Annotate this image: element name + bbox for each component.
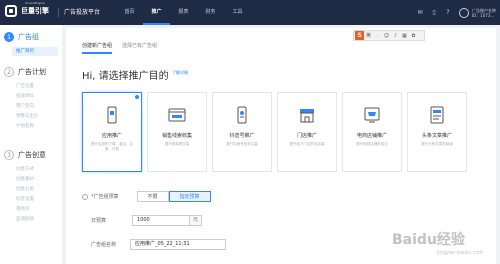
account-name: 广告账户名称 bbox=[472, 7, 496, 13]
card-toutiao-article[interactable]: 头条文章推广 提升头条文章的阅读 bbox=[407, 92, 467, 172]
sidebar-item[interactable]: 用户定向 bbox=[16, 103, 34, 109]
card-desc: 提升表单提交量 bbox=[164, 142, 190, 146]
step-ad-group[interactable]: 1 广告组 bbox=[4, 32, 39, 42]
card-name: 电商店铺推广 bbox=[356, 133, 387, 139]
budget-radio[interactable] bbox=[82, 193, 88, 200]
sidebar-steps: 1 广告组 推广目的 2 广告计划 广告位置 投放目标 用户定向 预算与出价 计… bbox=[0, 25, 62, 264]
sidebar-item[interactable]: 落地页 bbox=[16, 206, 30, 212]
sidebar-item-purpose[interactable]: 推广目的 bbox=[12, 47, 58, 56]
card-desc: 提升头条文章的阅读 bbox=[421, 142, 453, 146]
daily-budget-input[interactable]: 1000 bbox=[132, 215, 191, 226]
platform-title: 广告投放平台 bbox=[58, 8, 100, 17]
group-name-label: 广告组名称 bbox=[91, 241, 117, 248]
nav-promote[interactable]: 推广 bbox=[143, 0, 170, 25]
budget-type-label-text: 广告组预算 bbox=[93, 193, 119, 200]
chinese-mode-icon[interactable]: 英 bbox=[364, 32, 373, 39]
top-bar: 巨量引擎 OceanEngine 广告投放平台 首页 推广 报表 财务 工具 ✉… bbox=[0, 0, 500, 25]
step-label: 广告创意 bbox=[18, 151, 46, 159]
step-label: 广告计划 bbox=[18, 68, 46, 76]
top-nav: 首页 推广 报表 财务 工具 bbox=[116, 0, 251, 25]
sidebar-item[interactable]: 创意方式 bbox=[16, 166, 34, 172]
budget-specified-button[interactable]: 指定预算 bbox=[168, 191, 211, 202]
card-douyin-account[interactable]: 抖音号推广 提升抖音号的关注量 bbox=[212, 92, 272, 172]
selected-badge bbox=[135, 95, 139, 99]
nav-finance[interactable]: 财务 bbox=[197, 0, 224, 25]
baidu-watermark-url: jingyan.baidu.com bbox=[437, 250, 484, 256]
step-number: 1 bbox=[4, 32, 14, 42]
logo-icon bbox=[5, 5, 17, 17]
sidebar-item[interactable]: 预算与出价 bbox=[16, 113, 39, 119]
tab-create-group[interactable]: 创建新广告组 bbox=[82, 42, 113, 54]
phone-app-icon bbox=[103, 106, 121, 124]
sidebar-item[interactable]: 创意素材 bbox=[16, 176, 34, 182]
currency-unit: 元 bbox=[190, 215, 203, 226]
ime-toolbar: S 英 · ☺ ♪ ▦ ✿ bbox=[353, 30, 425, 41]
brand-logo[interactable]: 巨量引擎 OceanEngine bbox=[5, 1, 49, 17]
step-number: 2 bbox=[4, 67, 14, 77]
step-label: 广告组 bbox=[18, 33, 39, 41]
phone-account-icon bbox=[233, 106, 251, 124]
avatar[interactable] bbox=[459, 7, 469, 18]
browser-window-icon bbox=[168, 106, 186, 124]
card-ecommerce-shop[interactable]: 电商店铺推广 提升电商店铺的成交 bbox=[342, 92, 402, 172]
sidebar-item[interactable]: 广告位置 bbox=[16, 83, 34, 89]
top-right-tools: ✉ ▯ ? 广告账户名称 ID：1073… bbox=[413, 0, 496, 25]
page-title: Hi, 请选择推广目的 bbox=[82, 71, 169, 82]
article-icon bbox=[428, 106, 446, 124]
step-number: 3 bbox=[4, 150, 14, 160]
tab-existing-group[interactable]: 选择已有广告组 bbox=[122, 42, 157, 54]
emoji-icon[interactable]: ☺ bbox=[382, 33, 391, 39]
store-icon bbox=[298, 106, 316, 124]
card-name: 抖音号推广 bbox=[229, 133, 255, 139]
help-icon[interactable]: ? bbox=[441, 9, 455, 16]
step-ad-plan[interactable]: 2 广告计划 bbox=[4, 67, 46, 77]
mail-icon[interactable]: ✉ bbox=[413, 9, 427, 16]
sidebar-item[interactable]: 创意分类 bbox=[16, 186, 34, 192]
budget-type-toggle: 不限 指定预算 bbox=[136, 191, 211, 202]
nav-tools[interactable]: 工具 bbox=[224, 0, 251, 25]
ime-logo-icon[interactable]: S bbox=[355, 31, 364, 40]
keyboard-icon[interactable]: ▦ bbox=[400, 33, 409, 39]
card-desc: 提升抖音号的关注量 bbox=[226, 142, 258, 146]
brand-name: 巨量引擎 bbox=[21, 7, 49, 15]
sidebar-item[interactable]: 投放目标 bbox=[16, 93, 34, 99]
voice-icon[interactable]: ♪ bbox=[391, 33, 400, 39]
group-name-input[interactable]: 应用推广_05_22_11:31 bbox=[130, 239, 227, 250]
group-name-row: 广告组名称 应用推广_05_22_11:31 bbox=[82, 239, 227, 250]
nav-reports[interactable]: 报表 bbox=[170, 0, 197, 25]
budget-unlimited-button[interactable]: 不限 bbox=[136, 191, 169, 202]
sidebar-item[interactable]: 计划名称 bbox=[16, 123, 34, 129]
step-ad-creative[interactable]: 3 广告创意 bbox=[4, 150, 46, 160]
brand-sub: OceanEngine bbox=[25, 1, 45, 5]
card-name: 销售线索收集 bbox=[161, 133, 192, 139]
baidu-watermark: Baidu经验 bbox=[392, 232, 465, 248]
phone-icon[interactable]: ▯ bbox=[427, 9, 441, 16]
card-app-promotion[interactable]: 应用推广 提升应用的下载、激活、注册、付费 bbox=[82, 92, 142, 172]
card-desc: 提升电商店铺的成交 bbox=[356, 142, 388, 146]
sidebar-item[interactable]: 监测链接 bbox=[16, 216, 34, 222]
purpose-cards: 应用推广 提升应用的下载、激活、注册、付费 销售线索收集 提升表单提交量 抖音号… bbox=[82, 92, 472, 172]
shop-cart-icon bbox=[363, 106, 381, 124]
daily-budget-row: 日预算 1000 元 bbox=[82, 215, 203, 226]
card-name: 头条文章推广 bbox=[421, 133, 452, 139]
account-info[interactable]: 广告账户名称 ID：1073… bbox=[472, 8, 496, 18]
card-name: 门店推广 bbox=[296, 133, 317, 139]
skin-icon[interactable]: ✿ bbox=[409, 33, 418, 39]
nav-home[interactable]: 首页 bbox=[116, 0, 143, 25]
budget-type-row: *广告组预算 不限 指定预算 bbox=[82, 191, 211, 202]
card-desc: 提升线下门店的到店量 bbox=[289, 142, 325, 146]
daily-budget-label: 日预算 bbox=[91, 217, 107, 224]
learn-more-link[interactable]: 了解详情 bbox=[172, 70, 188, 76]
budget-type-label: *广告组预算 bbox=[91, 194, 119, 200]
account-id: ID：1073… bbox=[472, 12, 495, 18]
card-name: 应用推广 bbox=[101, 133, 122, 139]
card-store-promotion[interactable]: 门店推广 提升线下门店的到店量 bbox=[277, 92, 337, 172]
card-desc: 提升应用的下载、激活、注册、付费 bbox=[91, 142, 133, 151]
sidebar-item[interactable]: 标签设置 bbox=[16, 196, 34, 202]
tabs: 创建新广告组 选择已有广告组 bbox=[82, 42, 167, 54]
card-lead-collection[interactable]: 销售线索收集 提升表单提交量 bbox=[147, 92, 207, 172]
punctuation-icon[interactable]: · bbox=[373, 33, 382, 39]
